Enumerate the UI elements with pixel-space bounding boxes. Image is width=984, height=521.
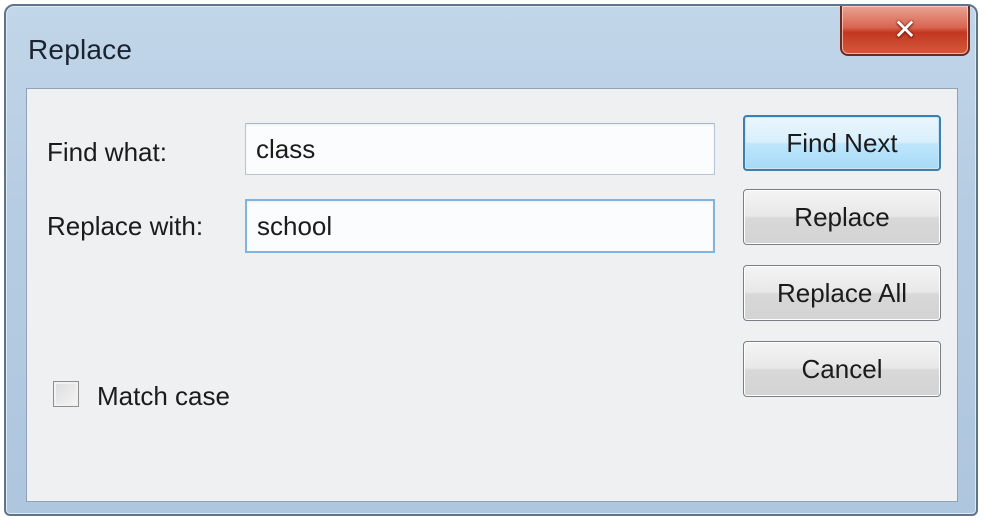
- replace-all-button[interactable]: Replace All: [743, 265, 941, 321]
- replace-with-input[interactable]: school: [245, 199, 715, 253]
- replace-button[interactable]: Replace: [743, 189, 941, 245]
- replace-with-label: Replace with:: [47, 211, 204, 241]
- close-button[interactable]: ✕: [840, 6, 970, 56]
- cancel-button[interactable]: Cancel: [743, 341, 941, 397]
- find-what-input[interactable]: class: [245, 123, 715, 175]
- close-icon: ✕: [893, 13, 917, 46]
- dialog-title: Replace: [28, 34, 133, 65]
- dialog-body: Find what: class Replace with: school Fi…: [26, 88, 958, 502]
- replace-dialog: Replace ✕ Find what: class Replace with:…: [4, 4, 978, 516]
- find-next-button[interactable]: Find Next: [743, 115, 941, 171]
- match-case-checkbox[interactable]: [53, 381, 79, 407]
- match-case-label[interactable]: Match case: [97, 381, 230, 412]
- find-what-label: Find what:: [47, 137, 167, 167]
- title-bar[interactable]: Replace ✕: [6, 6, 976, 88]
